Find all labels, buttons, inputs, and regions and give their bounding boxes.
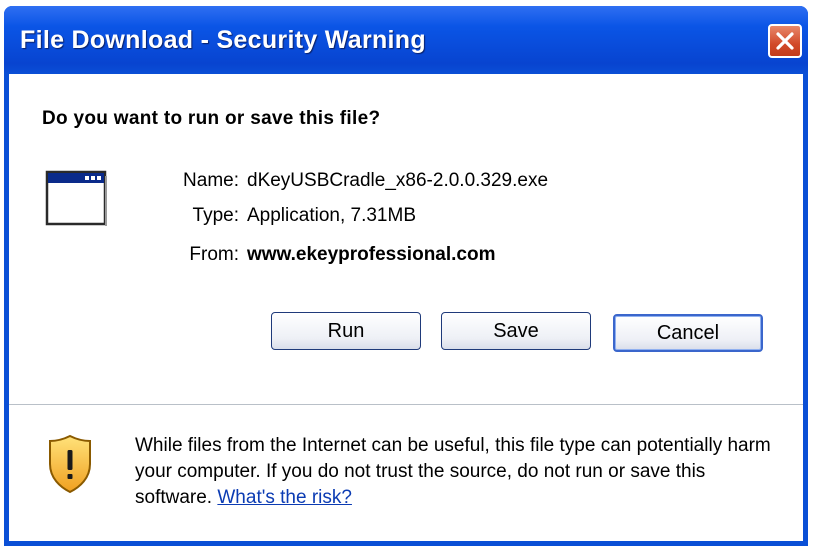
file-source-value: www.ekeyprofessional.com — [247, 244, 496, 265]
cancel-button[interactable]: Cancel — [613, 314, 763, 352]
title-bar[interactable]: File Download - Security Warning — [4, 6, 808, 74]
run-button[interactable]: Run — [271, 312, 421, 350]
file-source-label: From: — [189, 244, 239, 265]
file-type-label: Type: — [192, 205, 239, 226]
dialog-window: File Download - Security Warning Do you … — [4, 6, 808, 546]
whats-the-risk-link[interactable]: What's the risk? — [217, 487, 352, 508]
save-button[interactable]: Save — [441, 312, 591, 350]
dialog-body: Do you want to run or save this file? Na… — [9, 74, 803, 541]
close-icon — [776, 32, 794, 50]
section-divider — [9, 404, 803, 408]
security-shield-icon — [49, 434, 91, 494]
close-button[interactable] — [768, 24, 802, 58]
file-type-value: Application, 7.31MB — [247, 205, 416, 226]
file-name-value: dKeyUSBCradle_x86-2.0.0.329.exe — [247, 170, 549, 191]
dialog-question: Do you want to run or save this file? — [42, 108, 381, 129]
warning-message: While files from the Internet can be use… — [135, 433, 785, 511]
file-name-label: Name: — [183, 170, 239, 191]
window-title: File Download - Security Warning — [20, 26, 426, 54]
application-window-icon — [45, 170, 107, 226]
